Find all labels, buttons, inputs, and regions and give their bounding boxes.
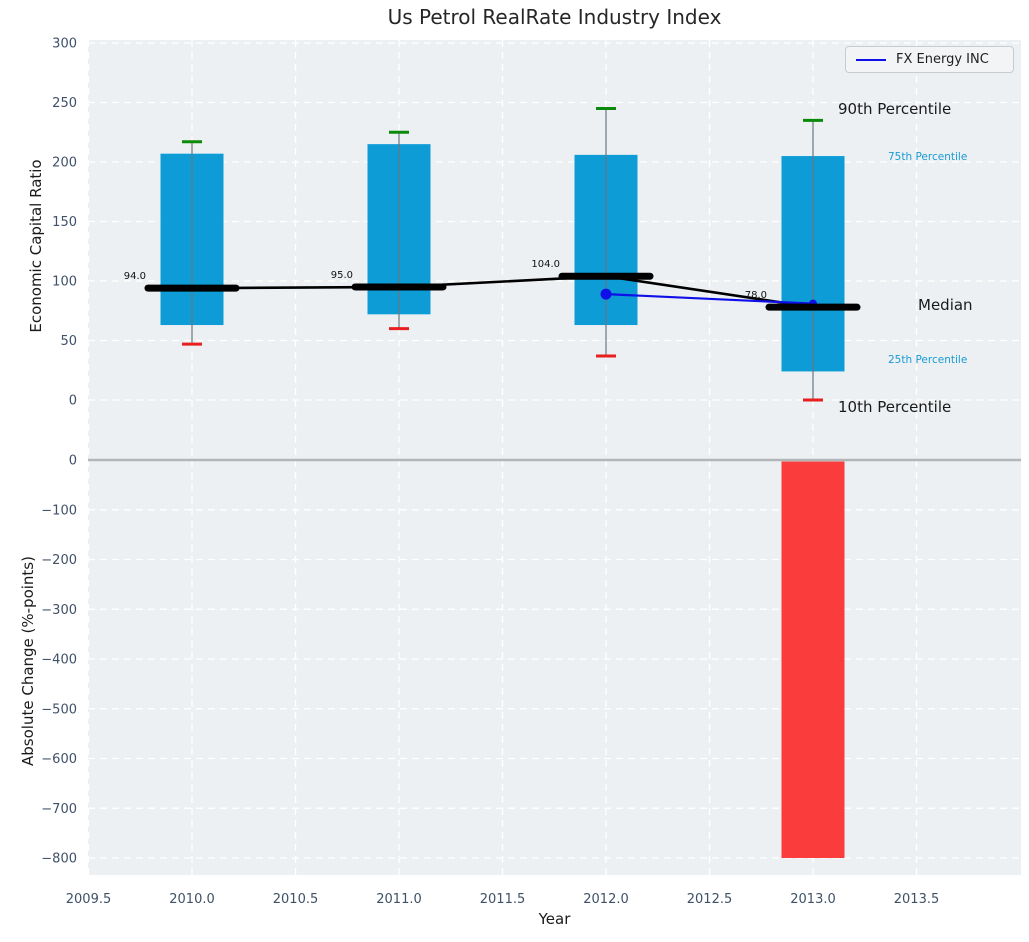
annotation-25th-percentile: 25th Percentile (888, 354, 967, 366)
x-tick-label: 2012.5 (687, 892, 733, 907)
x-tick-label: 2012.0 (583, 892, 629, 907)
median-annotation-2011: 95.0 (331, 270, 353, 281)
top-y-tick-label: 250 (52, 96, 77, 111)
chart-canvas: 94.0 95.0 104.0 78.0 0 50 100 150 200 250 300 0 −100… (0, 0, 1029, 942)
top-y-tick-label: 50 (60, 334, 77, 349)
top-y-tick-label: 150 (52, 215, 77, 230)
top-y-tick-label: 100 (52, 275, 77, 290)
median-annotation-2010: 94.0 (124, 271, 146, 282)
bottom-y-tick-label: −200 (41, 553, 77, 568)
legend-line-sample (856, 59, 886, 61)
top-y-tick-label: 0 (69, 394, 77, 409)
legend-label: FX Energy INC (896, 52, 989, 67)
legend: FX Energy INC (845, 46, 1014, 73)
annotation-90th-percentile: 90th Percentile (838, 100, 951, 118)
x-tick-label: 2011.0 (376, 892, 422, 907)
bottom-y-tick-label: −500 (41, 702, 77, 717)
x-tick-label: 2010.0 (169, 892, 215, 907)
bottom-y-tick-label: 0 (69, 454, 77, 469)
top-y-axis-label: Economic Capital Ratio (27, 96, 45, 396)
median-annotation-2012: 104.0 (531, 259, 560, 270)
x-tick-label: 2013.5 (894, 892, 940, 907)
fx-energy-point-2012 (601, 289, 612, 300)
median-annotation-2013: 78.0 (745, 290, 767, 301)
bottom-y-tick-label: −400 (41, 653, 77, 668)
bottom-plot-background (88, 460, 1021, 875)
bottom-y-tick-label: −600 (41, 752, 77, 767)
bottom-y-axis-label: Absolute Change (%-points) (19, 511, 37, 811)
x-tick-label: 2011.5 (480, 892, 526, 907)
change-bar-2013 (782, 462, 845, 859)
top-y-tick-label: 300 (52, 37, 77, 52)
x-axis-label: Year (88, 910, 1021, 928)
chart-title: Us Petrol RealRate Industry Index (88, 5, 1021, 29)
bottom-y-tick-label: −800 (41, 852, 77, 867)
annotation-median: Median (918, 296, 973, 314)
x-tick-label: 2010.5 (273, 892, 319, 907)
x-tick-label: 2013.0 (790, 892, 836, 907)
bottom-y-tick-label: −300 (41, 603, 77, 618)
x-tick-label: 2009.5 (66, 892, 112, 907)
bottom-y-tick-label: −100 (41, 503, 77, 518)
annotation-10th-percentile: 10th Percentile (838, 398, 951, 416)
top-y-tick-label: 200 (52, 156, 77, 171)
annotation-75th-percentile: 75th Percentile (888, 151, 967, 163)
figure: 94.0 95.0 104.0 78.0 0 50 100 150 200 250 300 0 −100… (0, 0, 1029, 942)
bottom-y-tick-label: −700 (41, 802, 77, 817)
